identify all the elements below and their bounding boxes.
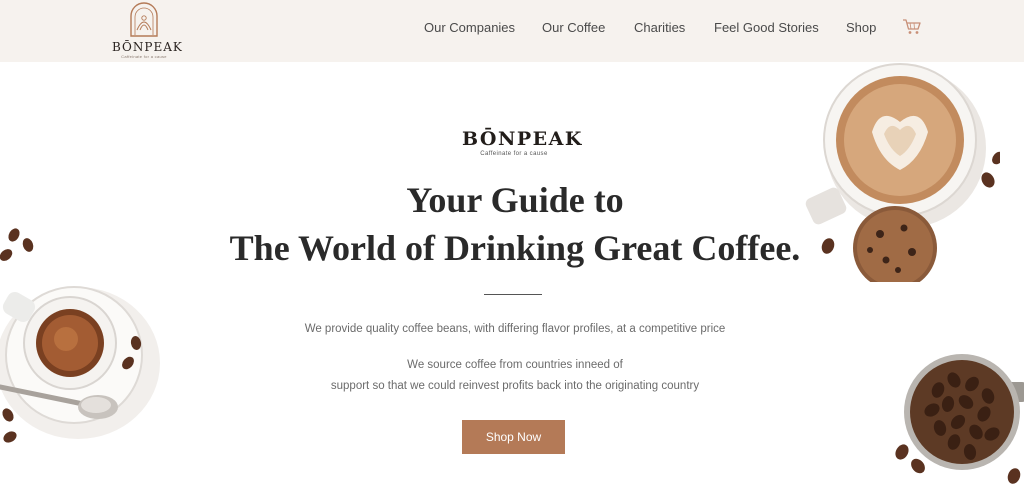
logo-tagline: Caffeinate for a cause [121, 54, 167, 59]
hero-title: Your Guide to The World of Drinking Grea… [180, 176, 850, 272]
shop-now-button[interactable]: Shop Now [462, 420, 565, 454]
hero-description-2: We source coffee from countries inneed o… [200, 355, 830, 397]
logo-wordmark: BŌNPEAK [112, 40, 183, 54]
shopping-cart-icon [903, 19, 921, 34]
main-nav: Our Companies Our Coffee Charities Feel … [0, 20, 1024, 40]
hero-brand-tagline: Caffeinate for a cause [480, 151, 548, 157]
hero-description-line-3: support so that we could reinvest profit… [330, 380, 700, 392]
site-header: BŌNPEAK Caffeinate for a cause Our Compa… [0, 0, 1024, 62]
nav-feel-good-stories[interactable]: Feel Good Stories [714, 20, 819, 35]
hero-description-1: We provide quality coffee beans, with di… [200, 319, 830, 340]
coffee-beans-image [895, 354, 1024, 484]
hero-description-line-1: We provide quality coffee beans, with di… [304, 323, 726, 335]
nav-our-coffee[interactable]: Our Coffee [542, 20, 605, 35]
nav-our-companies[interactable]: Our Companies [424, 20, 515, 35]
espresso-cup-image [0, 228, 160, 443]
hero-brand-wordmark: BŌNPEAK [462, 128, 583, 150]
hero-brand-logo: BŌNPEAK Caffeinate for a cause [462, 128, 583, 157]
nav-shop[interactable]: Shop [846, 20, 876, 35]
hero-title-line-1: Your Guide to [406, 180, 624, 220]
nav-charities[interactable]: Charities [634, 20, 685, 35]
cart-button[interactable] [902, 18, 922, 36]
hero-title-line-2: The World of Drinking Great Coffee. [229, 228, 801, 268]
hero-description-line-2: We source coffee from countries inneed o… [407, 359, 623, 371]
hero-divider [484, 294, 542, 295]
